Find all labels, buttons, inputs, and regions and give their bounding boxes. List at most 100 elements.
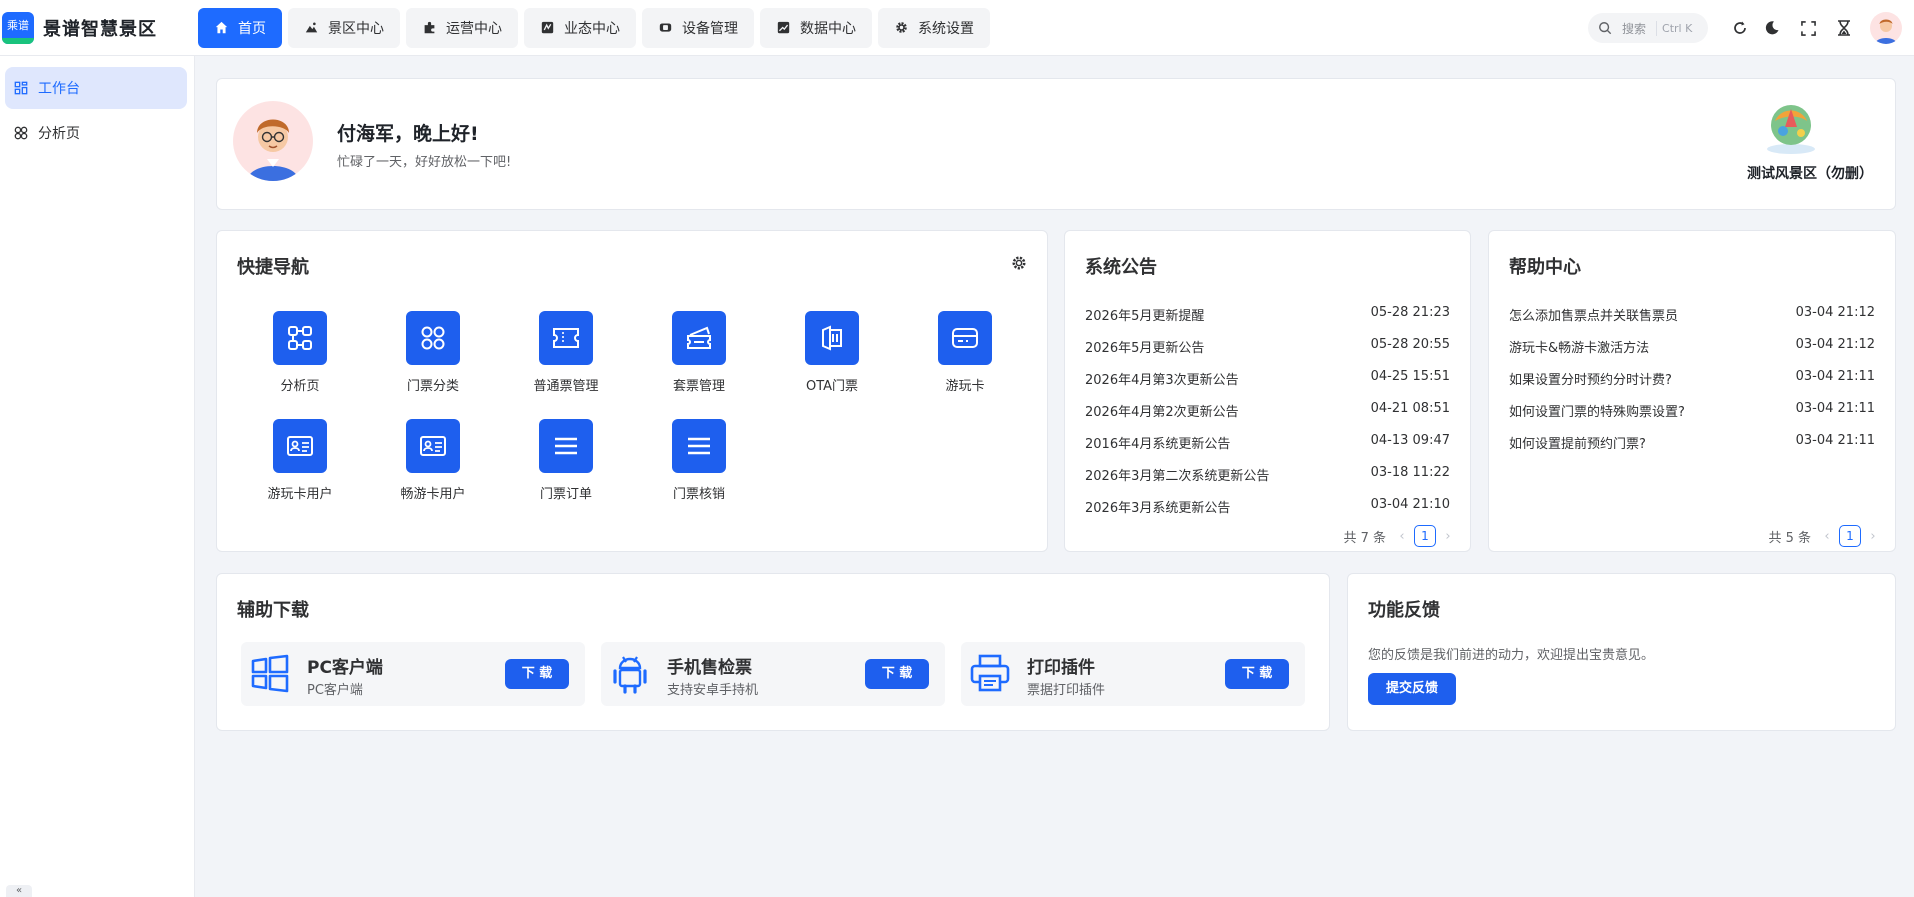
quick-nav-label: 门票核销 — [672, 487, 725, 502]
quick-nav-item-regular-ticket[interactable]: 普通票管理 — [511, 311, 621, 407]
quick-nav-item-package-ticket[interactable]: 套票管理 — [644, 311, 754, 407]
submit-feedback-button[interactable]: 提交反馈 — [1368, 673, 1456, 705]
notice-title: 2026年5月更新公告 — [1085, 341, 1205, 356]
download-name: 打印插件 — [1027, 658, 1095, 678]
notice-row[interactable]: 2026年3月系统更新公告 03-04 21:10 — [1085, 497, 1450, 517]
next-page-icon[interactable]: › — [1865, 529, 1881, 544]
help-article-title: 如果设置分时预约分时计费? — [1509, 373, 1672, 388]
next-page-icon[interactable]: › — [1440, 529, 1456, 544]
menu-item-home[interactable]: 首页 — [198, 7, 282, 48]
help-article-title: 游玩卡&畅游卡激活方法 — [1509, 341, 1650, 356]
notice-row[interactable]: 2016年4月系统更新公告 04-13 09:47 — [1085, 433, 1450, 453]
menu-item-label: 运营中心 — [446, 20, 502, 37]
quick-nav-item-tour-card-users[interactable]: 畅游卡用户 — [378, 419, 488, 515]
notice-row[interactable]: 2026年5月更新提醒 05-28 21:23 — [1085, 305, 1450, 325]
search-icon — [1598, 21, 1612, 35]
help-article-date: 03-04 21:12 — [1795, 337, 1875, 352]
gear-icon — [894, 21, 908, 35]
quick-nav-item-analysis[interactable]: 分析页 — [245, 311, 355, 407]
quick-nav-item-play-card[interactable]: 游玩卡 — [910, 311, 1020, 407]
search-placeholder: 搜索 — [1622, 21, 1647, 36]
refresh-icon[interactable] — [1728, 16, 1752, 40]
download-desc: 票据打印插件 — [1027, 683, 1106, 698]
menu-item-operation-center[interactable]: 运营中心 — [406, 7, 518, 48]
quick-nav-settings-icon[interactable] — [1011, 255, 1027, 271]
search-shortcut: Ctrl K — [1656, 20, 1697, 36]
help-row[interactable]: 游玩卡&畅游卡激活方法 03-04 21:12 — [1509, 337, 1875, 357]
hourglass-icon[interactable] — [1832, 16, 1856, 40]
prev-page-icon[interactable]: ‹ — [1394, 529, 1410, 544]
page-number[interactable]: 1 — [1839, 525, 1861, 547]
help-row[interactable]: 如何设置提前预约门票? 03-04 21:11 — [1509, 433, 1875, 453]
menu-item-label: 系统设置 — [918, 20, 974, 37]
quick-nav-item-ticket-orders[interactable]: 门票订单 — [511, 419, 621, 515]
quick-nav-label: 普通票管理 — [533, 379, 599, 394]
card-icon — [938, 311, 992, 365]
notice-row[interactable]: 2026年4月第2次更新公告 04-21 08:51 — [1085, 401, 1450, 421]
quick-nav-card: 快捷导航 分析页 门票分类 普通票管理 套票管理 OTA门票 游玩卡 游玩卡用户… — [216, 230, 1048, 552]
menu-lines-icon — [539, 419, 593, 473]
sidebar-item-analysis[interactable]: 分析页 — [5, 112, 187, 154]
pagination-total: 共 5 条 — [1768, 530, 1811, 546]
quick-nav-item-ticket-verification[interactable]: 门票核销 — [644, 419, 754, 515]
menu-item-device-management[interactable]: 设备管理 — [642, 7, 754, 48]
feedback-title: 功能反馈 — [1368, 600, 1440, 621]
scenic-name[interactable]: 测试风景区（勿删） — [1747, 163, 1873, 183]
help-row[interactable]: 怎么添加售票点并关联售票员 03-04 21:12 — [1509, 305, 1875, 325]
sidebar-collapse-button[interactable]: « — [6, 885, 32, 897]
download-item-pc-client: PC客户端 PC客户端 下 载 — [241, 642, 585, 706]
puzzle-icon — [422, 21, 436, 35]
menu-item-label: 设备管理 — [682, 20, 738, 37]
quick-nav-item-ticket-category[interactable]: 门票分类 — [378, 311, 488, 407]
menu-item-business-center[interactable]: 业态中心 — [524, 7, 636, 48]
downloads-card: 辅助下载 PC客户端 PC客户端 下 载 手机售检票 支持安卓手持机 下 载 打… — [216, 573, 1330, 731]
sidebar-item-workbench[interactable]: 工作台 — [5, 67, 187, 109]
fullscreen-icon[interactable] — [1796, 16, 1820, 40]
user-avatar[interactable] — [1870, 12, 1902, 44]
package-ticket-icon — [672, 311, 726, 365]
menu-item-system-settings[interactable]: 系统设置 — [878, 7, 990, 48]
quick-nav-item-ota-ticket[interactable]: OTA门票 — [777, 311, 887, 407]
notice-title: 2026年4月第3次更新公告 — [1085, 373, 1239, 388]
menu-item-label: 景区中心 — [328, 20, 384, 37]
windows-icon — [249, 652, 291, 694]
download-name: 手机售检票 — [667, 658, 752, 678]
chart-icon — [776, 21, 790, 35]
feedback-card: 功能反馈 您的反馈是我们前进的动力，欢迎提出宝贵意见。 提交反馈 — [1347, 573, 1896, 731]
prev-page-icon[interactable]: ‹ — [1819, 529, 1835, 544]
sidebar: 工作台 分析页 « — [0, 56, 195, 897]
help-article-title: 如何设置提前预约门票? — [1509, 437, 1646, 452]
menu-item-data-center[interactable]: 数据中心 — [760, 7, 872, 48]
quick-nav-item-play-card-users[interactable]: 游玩卡用户 — [245, 419, 355, 515]
notice-row[interactable]: 2026年4月第3次更新公告 04-25 15:51 — [1085, 369, 1450, 389]
download-button[interactable]: 下 载 — [865, 659, 929, 689]
app-logo: 乘谱 — [2, 11, 34, 44]
dark-mode-icon[interactable] — [1760, 16, 1784, 40]
notice-row[interactable]: 2026年5月更新公告 05-28 20:55 — [1085, 337, 1450, 357]
search-input[interactable]: 搜索 Ctrl K — [1588, 13, 1708, 43]
help-pagination: 共 5 条 ‹ 1 › — [1768, 525, 1881, 547]
help-title: 帮助中心 — [1509, 257, 1581, 278]
help-article-title: 怎么添加售票点并关联售票员 — [1509, 309, 1679, 324]
menu-lines-icon — [672, 419, 726, 473]
help-article-title: 如何设置门票的特殊购票设置? — [1509, 405, 1685, 420]
welcome-subtitle: 忙碌了一天，好好放松一下吧! — [337, 155, 512, 170]
download-name: PC客户端 — [307, 658, 383, 678]
notice-row[interactable]: 2026年3月第二次系统更新公告 03-18 11:22 — [1085, 465, 1450, 485]
business-icon — [540, 21, 554, 35]
ticket-icon — [539, 311, 593, 365]
quick-nav-label: 畅游卡用户 — [400, 487, 466, 502]
notice-title: 2026年5月更新提醒 — [1085, 309, 1205, 324]
page-number[interactable]: 1 — [1414, 525, 1436, 547]
download-button[interactable]: 下 载 — [505, 659, 569, 689]
brand[interactable]: 乘谱 景谱智慧景区 — [0, 0, 195, 56]
workbench-icon — [14, 81, 28, 95]
help-row[interactable]: 如何设置门票的特殊购票设置? 03-04 21:11 — [1509, 401, 1875, 421]
notice-date: 04-13 09:47 — [1370, 433, 1450, 448]
download-desc: PC客户端 — [307, 683, 363, 698]
help-row[interactable]: 如果设置分时预约分时计费? 03-04 21:11 — [1509, 369, 1875, 389]
menu-item-scenic-center[interactable]: 景区中心 — [288, 7, 400, 48]
quick-nav-label: OTA门票 — [805, 379, 859, 394]
download-button[interactable]: 下 载 — [1225, 659, 1289, 689]
help-article-date: 03-04 21:11 — [1795, 433, 1875, 448]
